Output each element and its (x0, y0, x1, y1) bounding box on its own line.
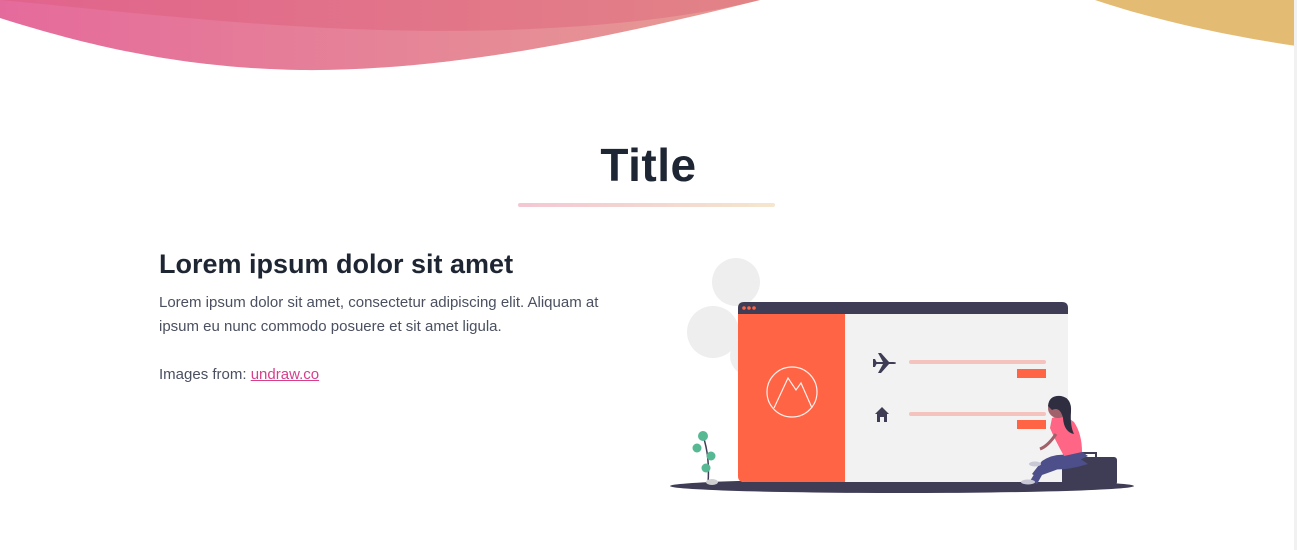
header-wave (0, 0, 1297, 71)
browser-titlebar (738, 302, 1068, 314)
undraw-link[interactable]: undraw.co (251, 366, 319, 383)
house-bar (909, 412, 1046, 416)
image-credit: Images from: undraw.co (159, 363, 629, 387)
section-body: Lorem ipsum dolor sit amet, consectetur … (159, 294, 599, 335)
house-button-block (1017, 420, 1046, 429)
title-underline (518, 203, 775, 207)
credit-prefix: Images from: (159, 366, 251, 383)
content-section: Lorem ipsum dolor sit amet Lorem ipsum d… (159, 246, 629, 387)
travel-illustration (670, 258, 1134, 493)
flight-bar (909, 360, 1046, 364)
section-heading: Lorem ipsum dolor sit amet (159, 249, 514, 279)
page-title: Title (600, 139, 697, 191)
orange-side-panel (738, 314, 845, 482)
flight-button-block (1017, 369, 1046, 378)
plant (692, 431, 718, 485)
